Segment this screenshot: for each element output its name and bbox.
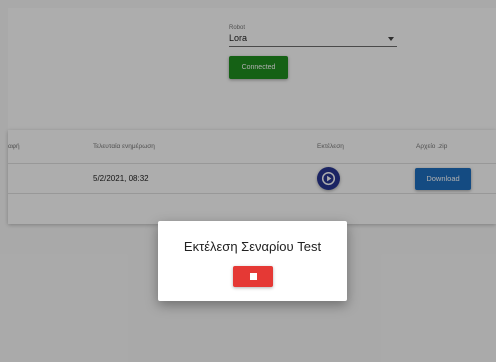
modal-backdrop[interactable] [0, 0, 496, 362]
stop-icon [250, 273, 257, 280]
execution-dialog: Εκτέλεση Σεναρίου Test [158, 221, 347, 301]
dialog-title: Εκτέλεση Σεναρίου Test [183, 239, 322, 254]
stop-button[interactable] [233, 266, 273, 287]
